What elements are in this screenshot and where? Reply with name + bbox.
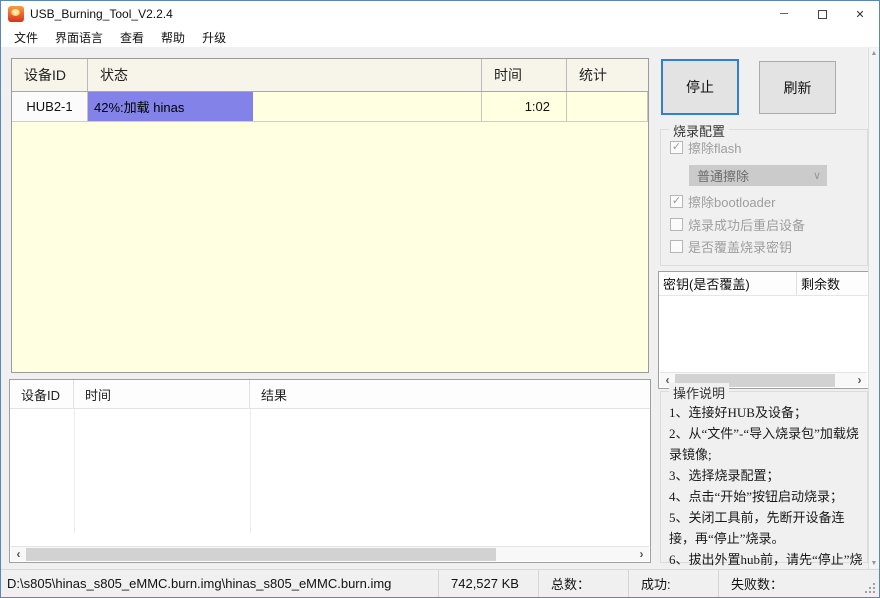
result-table-body bbox=[10, 409, 650, 533]
title-bar: USB_Burning_Tool_V2.2.4 ─ ✕ bbox=[1, 1, 879, 27]
overwrite-key-checkbox[interactable] bbox=[670, 240, 683, 253]
maximize-icon bbox=[818, 10, 827, 19]
col-stats[interactable]: 统计 bbox=[567, 59, 648, 91]
client-area: 设备ID 状态 时间 统计 HUB2-1 42%:加载 hinas 1:02 设… bbox=[1, 47, 879, 569]
col-device-id[interactable]: 设备ID bbox=[12, 59, 88, 91]
scroll-right-icon[interactable]: › bbox=[634, 547, 649, 562]
erase-mode-value: 普通擦除 bbox=[697, 166, 749, 185]
col-remaining[interactable]: 剩余数 bbox=[797, 272, 868, 295]
erase-bootloader-option[interactable]: ✓ 擦除bootloader bbox=[670, 194, 775, 209]
col-time[interactable]: 时间 bbox=[482, 59, 567, 91]
menu-view[interactable]: 查看 bbox=[115, 27, 149, 48]
erase-flash-label: 擦除flash bbox=[688, 138, 741, 157]
status-cell: 42%:加载 hinas bbox=[88, 92, 482, 121]
scrollbar-thumb[interactable] bbox=[26, 548, 496, 561]
status-total-label: 总数： bbox=[538, 570, 628, 597]
reboot-after-success-checkbox[interactable] bbox=[670, 218, 683, 231]
instruction-step: 3、选择烧录配置； bbox=[669, 465, 863, 486]
column-divider bbox=[250, 409, 251, 533]
instruction-step: 5、关闭工具前，先断开设备连接，再“停止”烧录。 bbox=[669, 507, 863, 549]
stats-cell bbox=[567, 92, 648, 121]
app-window: USB_Burning_Tool_V2.2.4 ─ ✕ 文件 界面语言 查看 帮… bbox=[0, 0, 880, 598]
result-table: 设备ID 时间 结果 ‹ › bbox=[9, 379, 651, 563]
close-button[interactable]: ✕ bbox=[841, 1, 879, 27]
erase-mode-select[interactable]: 普通擦除 ∨ bbox=[689, 165, 827, 186]
col-status[interactable]: 状态 bbox=[88, 59, 482, 91]
instructions-title: 操作说明 bbox=[669, 383, 729, 402]
status-file-size: 742,527 KB bbox=[438, 570, 538, 597]
result-table-header: 设备ID 时间 结果 bbox=[10, 380, 650, 409]
menu-file[interactable]: 文件 bbox=[9, 27, 43, 48]
result-table-hscrollbar[interactable]: ‹ › bbox=[11, 546, 649, 561]
key-table: 密钥(是否覆盖) 剩余数 ‹ › bbox=[658, 271, 869, 389]
reboot-after-success-option[interactable]: 烧录成功后重启设备 bbox=[670, 217, 805, 232]
burn-config-group: 烧录配置 ✓ 擦除flash 普通擦除 ∨ ✓ 擦除bootloader 烧录成… bbox=[660, 129, 868, 266]
erase-flash-checkbox[interactable]: ✓ bbox=[670, 141, 683, 154]
device-id-cell: HUB2-1 bbox=[12, 92, 88, 121]
window-controls: ─ ✕ bbox=[765, 1, 879, 27]
minimize-button[interactable]: ─ bbox=[765, 1, 803, 27]
refresh-button[interactable]: 刷新 bbox=[759, 61, 836, 114]
col-result-device-id[interactable]: 设备ID bbox=[10, 380, 74, 408]
window-title: USB_Burning_Tool_V2.2.4 bbox=[30, 7, 173, 21]
instruction-step: 4、点击“开始”按钮启动烧录； bbox=[669, 486, 863, 507]
menu-bar: 文件 界面语言 查看 帮助 升级 bbox=[1, 27, 879, 47]
overwrite-key-label: 是否覆盖烧录密钥 bbox=[688, 237, 792, 256]
key-table-header: 密钥(是否覆盖) 剩余数 bbox=[659, 272, 868, 296]
status-file-path: D:\s805\hinas_s805_eMMC.burn.img\hinas_s… bbox=[1, 570, 438, 597]
overwrite-key-option[interactable]: 是否覆盖烧录密钥 bbox=[670, 239, 792, 254]
progress-bar: 42%:加载 hinas bbox=[88, 92, 253, 121]
instruction-step: 1、连接好HUB及设备； bbox=[669, 402, 863, 423]
instructions-text: 1、连接好HUB及设备； 2、从“文件”-“导入烧录包”加载烧录镜像; 3、选择… bbox=[661, 392, 867, 591]
scroll-down-icon[interactable]: ▼ bbox=[871, 560, 878, 567]
close-icon: ✕ bbox=[855, 8, 864, 21]
right-vertical-scrollbar[interactable]: ▲ ▼ bbox=[868, 48, 879, 569]
table-row[interactable]: HUB2-1 42%:加载 hinas 1:02 bbox=[12, 92, 648, 122]
status-fail-label: 失败数： bbox=[718, 570, 879, 597]
erase-flash-option[interactable]: ✓ 擦除flash bbox=[670, 140, 741, 155]
app-icon bbox=[8, 6, 24, 22]
time-cell: 1:02 bbox=[482, 92, 567, 121]
stop-button[interactable]: 停止 bbox=[661, 59, 739, 115]
instructions-group: 操作说明 1、连接好HUB及设备； 2、从“文件”-“导入烧录包”加载烧录镜像;… bbox=[660, 391, 868, 563]
minimize-icon: ─ bbox=[780, 8, 788, 20]
resize-grip[interactable] bbox=[873, 591, 875, 593]
menu-upgrade[interactable]: 升级 bbox=[197, 27, 231, 48]
scroll-right-icon[interactable]: › bbox=[852, 373, 867, 388]
menu-help[interactable]: 帮助 bbox=[156, 27, 190, 48]
col-result-time[interactable]: 时间 bbox=[74, 380, 250, 408]
reboot-after-success-label: 烧录成功后重启设备 bbox=[688, 215, 805, 234]
status-success-label: 成功: bbox=[628, 570, 718, 597]
col-key[interactable]: 密钥(是否覆盖) bbox=[659, 272, 797, 295]
maximize-button[interactable] bbox=[803, 1, 841, 27]
instruction-step: 2、从“文件”-“导入烧录包”加载烧录镜像; bbox=[669, 423, 863, 465]
device-table-header: 设备ID 状态 时间 统计 bbox=[12, 59, 648, 92]
device-table: 设备ID 状态 时间 统计 HUB2-1 42%:加载 hinas 1:02 bbox=[11, 58, 649, 373]
erase-bootloader-checkbox[interactable]: ✓ bbox=[670, 195, 683, 208]
chevron-down-icon: ∨ bbox=[813, 169, 827, 182]
column-divider bbox=[74, 409, 75, 533]
scroll-up-icon[interactable]: ▲ bbox=[871, 50, 878, 57]
erase-bootloader-label: 擦除bootloader bbox=[688, 192, 775, 211]
col-result[interactable]: 结果 bbox=[250, 380, 650, 408]
menu-language[interactable]: 界面语言 bbox=[50, 27, 108, 48]
scroll-left-icon[interactable]: ‹ bbox=[11, 547, 26, 562]
status-bar: D:\s805\hinas_s805_eMMC.burn.img\hinas_s… bbox=[1, 569, 879, 597]
